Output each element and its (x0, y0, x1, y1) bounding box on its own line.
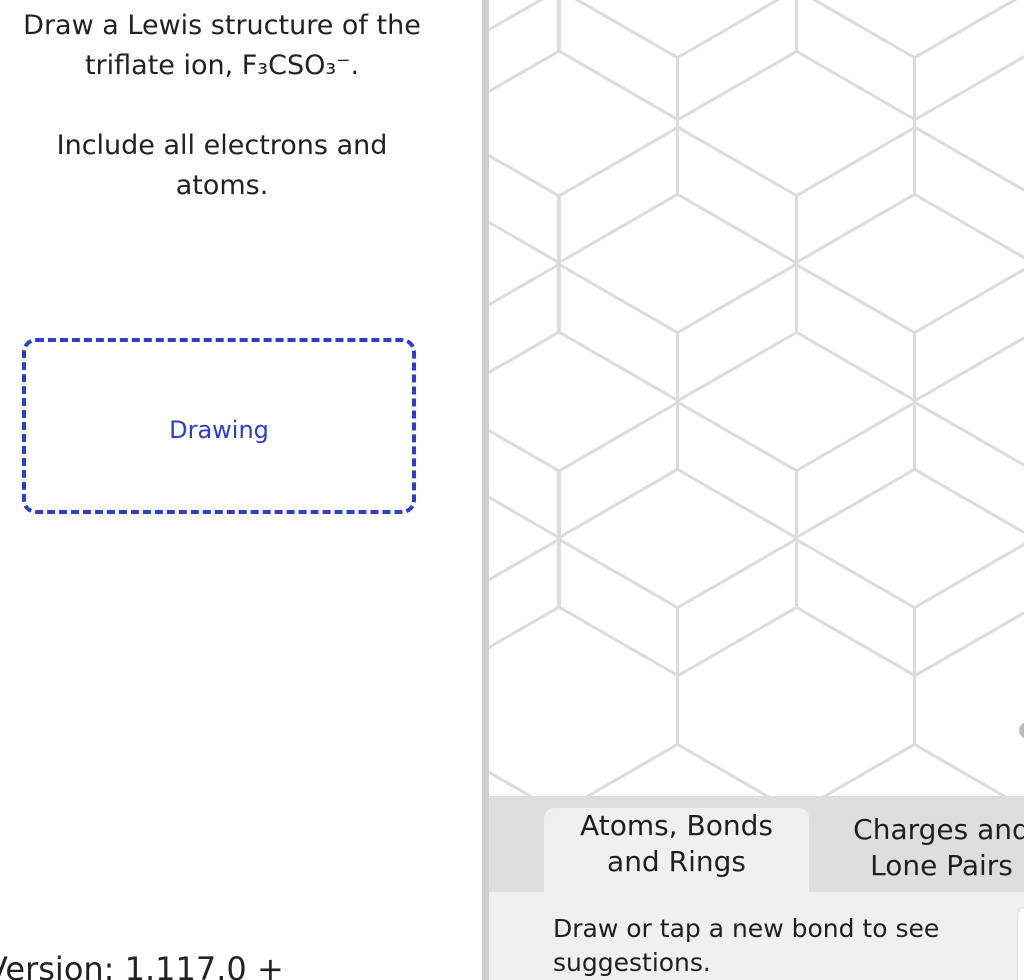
tool-tab-bar: Atoms, Bonds and Rings Charges and Lone … (489, 796, 1024, 892)
drawing-label: Drawing (169, 416, 269, 444)
tab-label-line: Charges and (853, 813, 1024, 846)
hex-cell (794, 400, 1024, 678)
hex-cell (489, 537, 680, 796)
question-line-1: Draw a Lewis structure of the (23, 10, 421, 41)
question-line-4: atoms. (175, 170, 269, 201)
suggestions-text: Draw or tap a new bond to see suggestion… (553, 914, 940, 977)
tab-atoms-bonds-rings[interactable]: Atoms, Bonds and Rings (544, 808, 809, 892)
hex-cell (489, 153, 561, 375)
hex-cell (794, 0, 1024, 122)
edge-handle-icon: ◖ (1018, 717, 1024, 742)
tab-label-line: and Rings (607, 845, 746, 878)
question-line-2: triflate ion, F₃CSO₃⁻. (84, 50, 360, 81)
tab-label-line: Atoms, Bonds (580, 809, 773, 842)
suggestion-card[interactable] (1017, 906, 1024, 980)
question-line-3: Include all electrons and (56, 130, 388, 161)
suggestions-panel: Draw or tap a new bond to see suggestion… (489, 892, 1024, 980)
hex-cell (489, 0, 680, 265)
hex-cell (912, 0, 1024, 260)
hex-cell (489, 428, 561, 650)
panel-divider[interactable] (482, 0, 489, 980)
hex-cell (912, 267, 1024, 535)
version-text: Version: 1.117.0 + (0, 950, 284, 980)
hex-cell (794, 125, 1024, 403)
app-root: Draw a Lewis structure of the triflate i… (0, 0, 1024, 980)
hex-grid (489, 0, 1024, 796)
drawing-answer-box[interactable]: Drawing (22, 338, 416, 514)
question-panel: Draw a Lewis structure of the triflate i… (0, 0, 482, 980)
drawing-canvas[interactable] (489, 0, 1024, 796)
tab-charges-lone-pairs[interactable]: Charges and Lone Pairs (809, 812, 1024, 896)
hex-cell (489, 0, 561, 94)
hex-cell (489, 262, 680, 540)
tab-label-line: Lone Pairs (870, 849, 1013, 882)
